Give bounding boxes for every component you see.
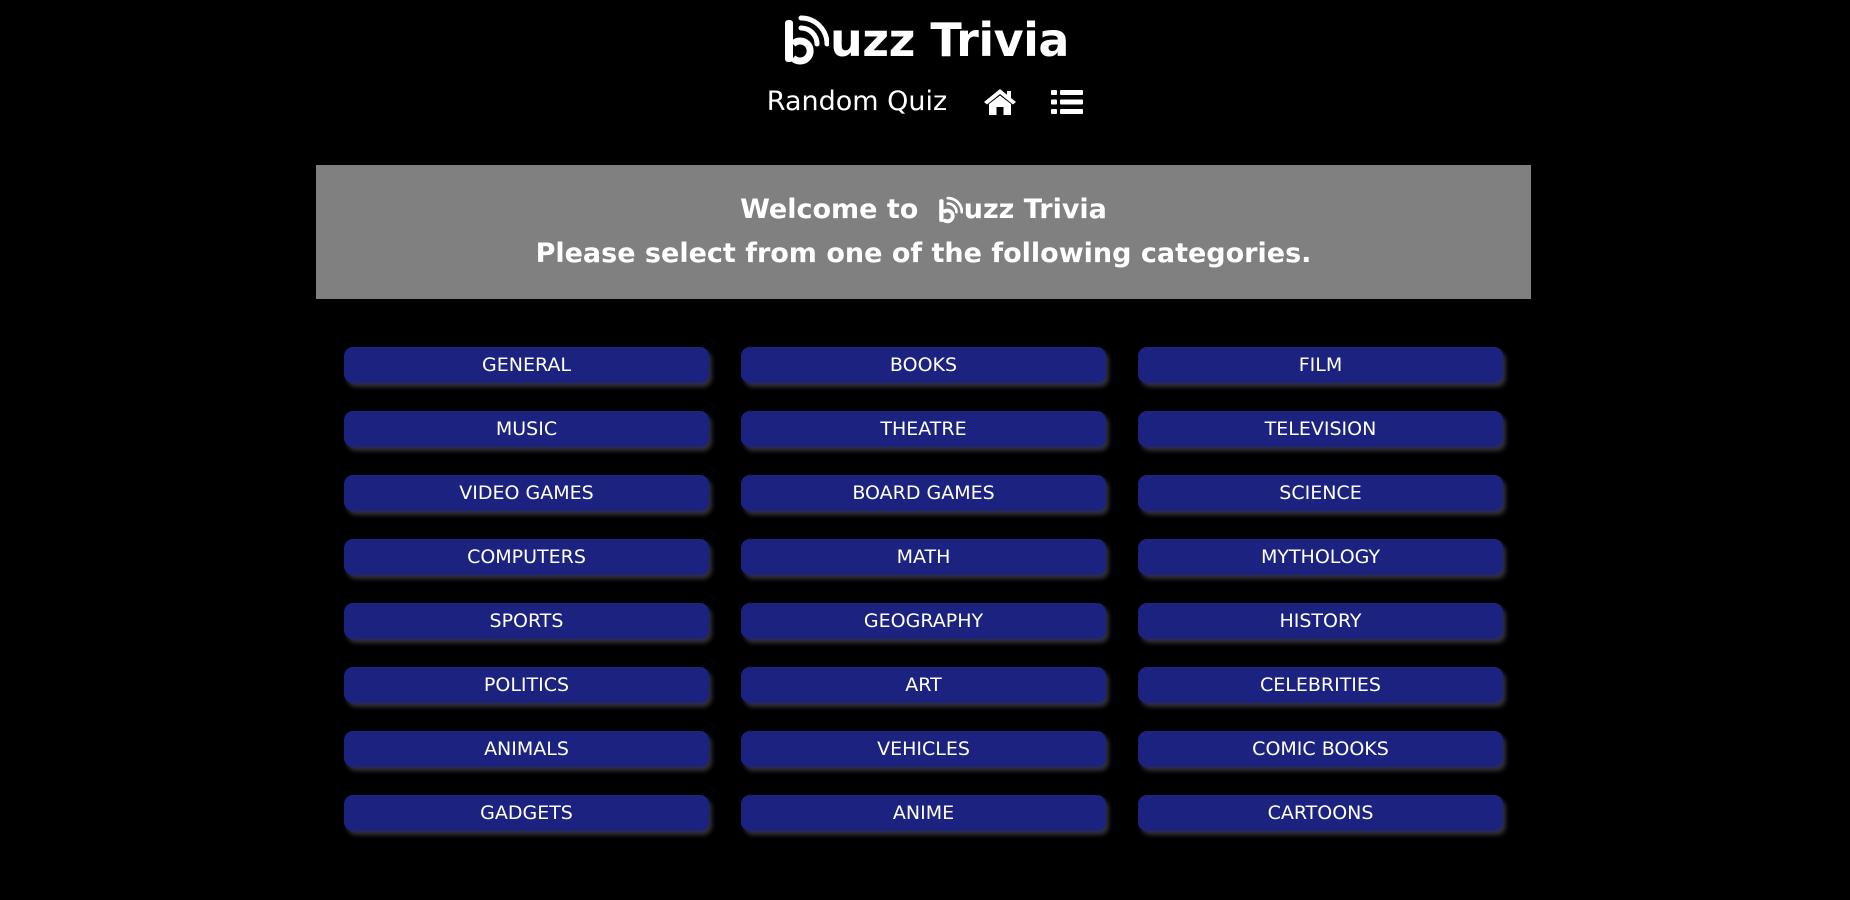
category-button-music[interactable]: MUSIC	[344, 411, 709, 447]
category-button-video-games[interactable]: VIDEO GAMES	[344, 475, 709, 511]
page: uzz Trivia Random Quiz Welcome to uzz Tr…	[0, 0, 1850, 900]
buzz-b-logo-icon	[785, 15, 830, 65]
category-button-animals[interactable]: ANIMALS	[344, 731, 709, 767]
category-button-anime[interactable]: ANIME	[741, 795, 1106, 831]
category-button-television[interactable]: TELEVISION	[1138, 411, 1503, 447]
list-icon	[1051, 90, 1084, 114]
categories-list-button[interactable]	[1051, 89, 1084, 115]
category-button-mythology[interactable]: MYTHOLOGY	[1138, 539, 1503, 575]
buzz-b-logo-icon	[938, 196, 963, 224]
welcome-heading: Welcome to uzz Trivia	[740, 188, 1107, 232]
category-button-geography[interactable]: GEOGRAPHY	[741, 603, 1106, 639]
category-button-board-games[interactable]: BOARD GAMES	[741, 475, 1106, 511]
welcome-prefix: Welcome to	[740, 194, 928, 225]
welcome-brand: uzz Trivia	[963, 194, 1107, 225]
category-button-computers[interactable]: COMPUTERS	[344, 539, 709, 575]
site-header: uzz Trivia	[0, 14, 1850, 66]
category-button-comic-books[interactable]: COMIC BOOKS	[1138, 731, 1503, 767]
category-button-vehicles[interactable]: VEHICLES	[741, 731, 1106, 767]
category-button-sports[interactable]: SPORTS	[344, 603, 709, 639]
category-button-general[interactable]: GENERAL	[344, 347, 709, 383]
site-title: uzz Trivia	[830, 13, 1069, 67]
top-nav: Random Quiz	[0, 82, 1850, 122]
category-button-film[interactable]: FILM	[1138, 347, 1503, 383]
home-icon	[984, 89, 1017, 115]
brand-logo-link[interactable]: uzz Trivia	[781, 14, 1069, 66]
welcome-instruction: Please select from one of the following …	[535, 238, 1312, 269]
category-grid: GENERAL BOOKS FILM MUSIC THEATRE TELEVIS…	[344, 347, 1504, 831]
category-button-cartoons[interactable]: CARTOONS	[1138, 795, 1503, 831]
category-button-math[interactable]: MATH	[741, 539, 1106, 575]
category-button-art[interactable]: ART	[741, 667, 1106, 703]
home-button[interactable]	[983, 88, 1017, 116]
category-button-theatre[interactable]: THEATRE	[741, 411, 1106, 447]
category-button-politics[interactable]: POLITICS	[344, 667, 709, 703]
category-button-books[interactable]: BOOKS	[741, 347, 1106, 383]
welcome-banner: Welcome to uzz Trivia Please select from…	[316, 165, 1531, 299]
random-quiz-link[interactable]: Random Quiz	[767, 82, 947, 122]
category-button-gadgets[interactable]: GADGETS	[344, 795, 709, 831]
category-button-science[interactable]: SCIENCE	[1138, 475, 1503, 511]
category-button-celebrities[interactable]: CELEBRITIES	[1138, 667, 1503, 703]
category-button-history[interactable]: HISTORY	[1138, 603, 1503, 639]
